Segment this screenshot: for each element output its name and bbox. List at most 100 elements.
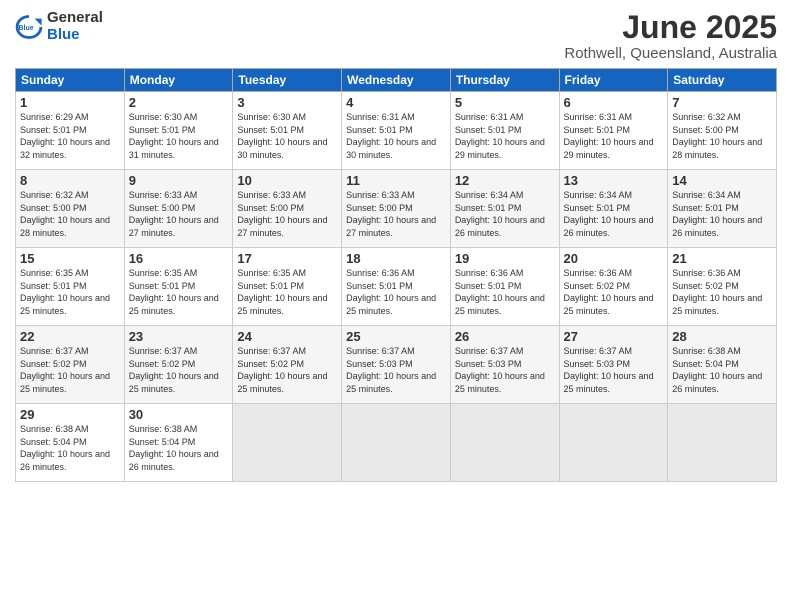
calendar-week-row: 15Sunrise: 6:35 AMSunset: 5:01 PMDayligh… bbox=[16, 248, 777, 326]
calendar-week-row: 22Sunrise: 6:37 AMSunset: 5:02 PMDayligh… bbox=[16, 326, 777, 404]
day-info-text: Sunrise: 6:35 AM bbox=[20, 267, 120, 280]
col-monday: Monday bbox=[124, 69, 233, 92]
day-number: 28 bbox=[672, 329, 772, 344]
table-row: 17Sunrise: 6:35 AMSunset: 5:01 PMDayligh… bbox=[233, 248, 342, 326]
day-info-text: Sunset: 5:01 PM bbox=[455, 124, 555, 137]
table-row bbox=[342, 404, 451, 482]
day-info-text: Sunrise: 6:32 AM bbox=[20, 189, 120, 202]
day-info-text: Sunrise: 6:37 AM bbox=[564, 345, 664, 358]
day-info-text: Sunrise: 6:30 AM bbox=[237, 111, 337, 124]
col-saturday: Saturday bbox=[668, 69, 777, 92]
table-row: 6Sunrise: 6:31 AMSunset: 5:01 PMDaylight… bbox=[559, 92, 668, 170]
day-info-text: Sunset: 5:01 PM bbox=[20, 124, 120, 137]
month-title: June 2025 bbox=[564, 10, 777, 45]
day-info-text: Sunset: 5:04 PM bbox=[20, 436, 120, 449]
day-info-text: Sunset: 5:01 PM bbox=[564, 202, 664, 215]
day-info-text: Sunset: 5:04 PM bbox=[672, 358, 772, 371]
day-info-text: Sunrise: 6:35 AM bbox=[129, 267, 229, 280]
day-info-text: Sunrise: 6:34 AM bbox=[564, 189, 664, 202]
table-row: 1Sunrise: 6:29 AMSunset: 5:01 PMDaylight… bbox=[16, 92, 125, 170]
calendar-week-row: 8Sunrise: 6:32 AMSunset: 5:00 PMDaylight… bbox=[16, 170, 777, 248]
day-number: 7 bbox=[672, 95, 772, 110]
day-number: 3 bbox=[237, 95, 337, 110]
col-sunday: Sunday bbox=[16, 69, 125, 92]
table-row: 8Sunrise: 6:32 AMSunset: 5:00 PMDaylight… bbox=[16, 170, 125, 248]
logo-general: General bbox=[47, 9, 103, 26]
logo-text: General Blue bbox=[47, 10, 103, 43]
title-area: June 2025 Rothwell, Queensland, Australi… bbox=[564, 10, 777, 62]
table-row: 16Sunrise: 6:35 AMSunset: 5:01 PMDayligh… bbox=[124, 248, 233, 326]
day-info-text: Daylight: 10 hours and 25 minutes. bbox=[129, 370, 229, 395]
day-info-text: Daylight: 10 hours and 25 minutes. bbox=[129, 292, 229, 317]
logo-blue: Blue bbox=[47, 26, 80, 43]
day-number: 2 bbox=[129, 95, 229, 110]
table-row: 14Sunrise: 6:34 AMSunset: 5:01 PMDayligh… bbox=[668, 170, 777, 248]
col-tuesday: Tuesday bbox=[233, 69, 342, 92]
day-number: 15 bbox=[20, 251, 120, 266]
table-row: 12Sunrise: 6:34 AMSunset: 5:01 PMDayligh… bbox=[450, 170, 559, 248]
day-info-text: Sunset: 5:02 PM bbox=[129, 358, 229, 371]
day-info-text: Sunrise: 6:36 AM bbox=[672, 267, 772, 280]
day-info-text: Sunrise: 6:36 AM bbox=[455, 267, 555, 280]
day-info-text: Daylight: 10 hours and 28 minutes. bbox=[672, 136, 772, 161]
day-info-text: Sunset: 5:02 PM bbox=[672, 280, 772, 293]
table-row: 10Sunrise: 6:33 AMSunset: 5:00 PMDayligh… bbox=[233, 170, 342, 248]
day-info-text: Sunset: 5:01 PM bbox=[672, 202, 772, 215]
day-info-text: Sunset: 5:00 PM bbox=[20, 202, 120, 215]
day-info-text: Daylight: 10 hours and 25 minutes. bbox=[564, 370, 664, 395]
day-info-text: Sunset: 5:01 PM bbox=[346, 280, 446, 293]
day-info-text: Sunrise: 6:31 AM bbox=[346, 111, 446, 124]
day-number: 5 bbox=[455, 95, 555, 110]
day-number: 20 bbox=[564, 251, 664, 266]
table-row: 28Sunrise: 6:38 AMSunset: 5:04 PMDayligh… bbox=[668, 326, 777, 404]
day-info-text: Daylight: 10 hours and 27 minutes. bbox=[346, 214, 446, 239]
day-number: 6 bbox=[564, 95, 664, 110]
day-info-text: Daylight: 10 hours and 25 minutes. bbox=[20, 292, 120, 317]
day-info-text: Sunrise: 6:31 AM bbox=[455, 111, 555, 124]
table-row: 18Sunrise: 6:36 AMSunset: 5:01 PMDayligh… bbox=[342, 248, 451, 326]
table-row: 7Sunrise: 6:32 AMSunset: 5:00 PMDaylight… bbox=[668, 92, 777, 170]
day-info-text: Sunrise: 6:37 AM bbox=[20, 345, 120, 358]
col-thursday: Thursday bbox=[450, 69, 559, 92]
day-info-text: Daylight: 10 hours and 26 minutes. bbox=[564, 214, 664, 239]
day-number: 27 bbox=[564, 329, 664, 344]
day-info-text: Sunrise: 6:34 AM bbox=[672, 189, 772, 202]
table-row bbox=[450, 404, 559, 482]
day-info-text: Sunset: 5:02 PM bbox=[237, 358, 337, 371]
day-info-text: Sunrise: 6:35 AM bbox=[237, 267, 337, 280]
day-info-text: Sunset: 5:01 PM bbox=[455, 202, 555, 215]
day-info-text: Sunrise: 6:36 AM bbox=[346, 267, 446, 280]
day-info-text: Daylight: 10 hours and 25 minutes. bbox=[237, 370, 337, 395]
day-info-text: Sunrise: 6:37 AM bbox=[455, 345, 555, 358]
day-number: 19 bbox=[455, 251, 555, 266]
day-info-text: Daylight: 10 hours and 25 minutes. bbox=[672, 292, 772, 317]
day-info-text: Daylight: 10 hours and 25 minutes. bbox=[346, 292, 446, 317]
day-number: 14 bbox=[672, 173, 772, 188]
table-row: 19Sunrise: 6:36 AMSunset: 5:01 PMDayligh… bbox=[450, 248, 559, 326]
table-row: 9Sunrise: 6:33 AMSunset: 5:00 PMDaylight… bbox=[124, 170, 233, 248]
day-info-text: Daylight: 10 hours and 29 minutes. bbox=[455, 136, 555, 161]
table-row bbox=[559, 404, 668, 482]
day-info-text: Daylight: 10 hours and 31 minutes. bbox=[129, 136, 229, 161]
day-info-text: Sunset: 5:01 PM bbox=[237, 280, 337, 293]
table-row: 30Sunrise: 6:38 AMSunset: 5:04 PMDayligh… bbox=[124, 404, 233, 482]
day-info-text: Daylight: 10 hours and 29 minutes. bbox=[564, 136, 664, 161]
day-info-text: Daylight: 10 hours and 28 minutes. bbox=[20, 214, 120, 239]
table-row: 23Sunrise: 6:37 AMSunset: 5:02 PMDayligh… bbox=[124, 326, 233, 404]
day-info-text: Daylight: 10 hours and 25 minutes. bbox=[455, 292, 555, 317]
day-info-text: Sunset: 5:00 PM bbox=[129, 202, 229, 215]
table-row: 29Sunrise: 6:38 AMSunset: 5:04 PMDayligh… bbox=[16, 404, 125, 482]
day-info-text: Sunset: 5:01 PM bbox=[129, 124, 229, 137]
table-row: 3Sunrise: 6:30 AMSunset: 5:01 PMDaylight… bbox=[233, 92, 342, 170]
day-number: 29 bbox=[20, 407, 120, 422]
table-row bbox=[668, 404, 777, 482]
day-info-text: Daylight: 10 hours and 26 minutes. bbox=[455, 214, 555, 239]
table-row: 26Sunrise: 6:37 AMSunset: 5:03 PMDayligh… bbox=[450, 326, 559, 404]
col-friday: Friday bbox=[559, 69, 668, 92]
day-info-text: Sunrise: 6:38 AM bbox=[129, 423, 229, 436]
calendar-week-row: 1Sunrise: 6:29 AMSunset: 5:01 PMDaylight… bbox=[16, 92, 777, 170]
day-info-text: Daylight: 10 hours and 26 minutes. bbox=[20, 448, 120, 473]
table-row: 27Sunrise: 6:37 AMSunset: 5:03 PMDayligh… bbox=[559, 326, 668, 404]
col-wednesday: Wednesday bbox=[342, 69, 451, 92]
day-number: 9 bbox=[129, 173, 229, 188]
